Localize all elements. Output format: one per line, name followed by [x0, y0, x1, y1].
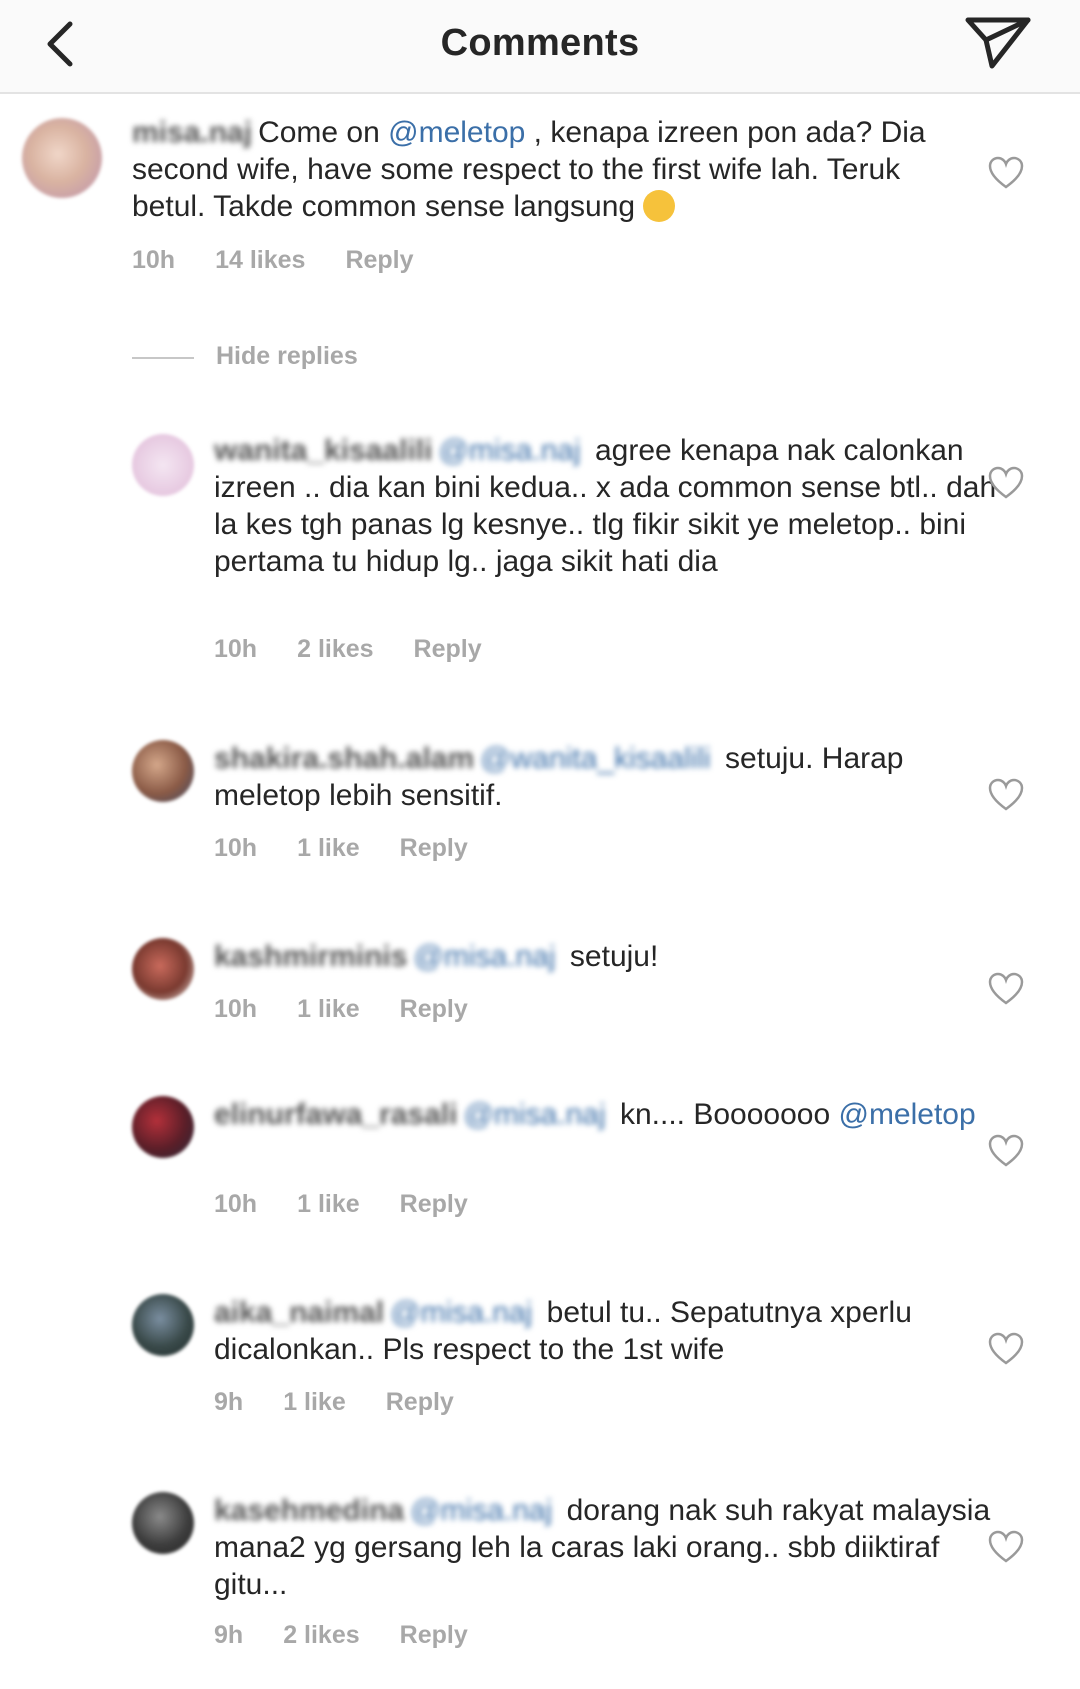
comment-text: aika_naimal @misa.naj betul tu.. Sepatutn…: [214, 1296, 912, 1366]
comment-meta: 10h 1 like Reply: [214, 834, 468, 863]
comment-time: 9h: [214, 1388, 244, 1416]
comment-meta: 9h 2 likes Reply: [214, 1621, 468, 1650]
comment-username[interactable]: aika_naimal: [214, 1296, 384, 1329]
comment-meta: 9h 1 like Reply: [214, 1388, 454, 1417]
comment-meta: 10h 2 likes Reply: [214, 635, 482, 664]
comment-text: shakira.shah.alam @wanita_kisaalili setuj…: [214, 742, 904, 812]
avatar[interactable]: [132, 740, 194, 802]
like-heart-icon[interactable]: [988, 1332, 1024, 1366]
comment-username[interactable]: kashmirminis: [214, 940, 407, 973]
top-bar: Comments: [0, 0, 1080, 94]
disappointed-face-emoji: [643, 190, 676, 222]
reply-button[interactable]: Reply: [400, 1190, 468, 1218]
like-heart-icon[interactable]: [988, 156, 1024, 190]
comment-time: 10h: [214, 834, 258, 862]
reply-item: elinurfawa_rasali @misa.naj kn.... Booooo…: [0, 1096, 1080, 1246]
like-heart-icon[interactable]: [988, 466, 1024, 500]
like-heart-icon[interactable]: [988, 778, 1024, 812]
reply-button[interactable]: Reply: [386, 1388, 454, 1416]
hide-replies-button[interactable]: Hide replies: [132, 340, 532, 374]
comment-time: 9h: [214, 1621, 244, 1649]
likes-count[interactable]: 1 like: [297, 995, 360, 1023]
like-heart-icon[interactable]: [988, 972, 1024, 1006]
likes-count[interactable]: 2 likes: [283, 1621, 359, 1649]
avatar[interactable]: [132, 938, 194, 1000]
likes-count[interactable]: 1 like: [297, 1190, 360, 1218]
reply-button[interactable]: Reply: [400, 834, 468, 862]
comment-text: kasehmedina @misa.naj dorang nak suh raky…: [214, 1494, 991, 1601]
comment-meta: 10h 1 like Reply: [214, 1190, 468, 1219]
reply-item: wanita_kisaalili @misa.naj agree kenapa n…: [0, 432, 1080, 672]
comment-username[interactable]: kasehmedina: [214, 1494, 404, 1527]
comment-text: kashmirminis @misa.naj setuju!: [214, 940, 659, 973]
reply-button[interactable]: Reply: [400, 1621, 468, 1649]
avatar[interactable]: [132, 1492, 194, 1554]
likes-count[interactable]: 1 like: [297, 834, 360, 862]
comment-username[interactable]: shakira.shah.alam: [214, 742, 474, 775]
comment-meta: 10h 1 like Reply: [214, 995, 468, 1024]
comment-username[interactable]: misa.naj: [132, 116, 252, 149]
comment-meta: 10h 14 likes Reply: [132, 246, 414, 275]
comment-text: misa.naj Come on @meletop , kenapa izreen…: [132, 116, 926, 223]
likes-count[interactable]: 1 like: [283, 1388, 346, 1416]
mention-link[interactable]: @misa.naj: [438, 434, 580, 467]
mention-link[interactable]: @meletop: [388, 116, 525, 149]
avatar[interactable]: [132, 434, 194, 496]
mention-link[interactable]: @misa.naj: [463, 1098, 605, 1131]
reply-button[interactable]: Reply: [400, 995, 468, 1023]
reply-button[interactable]: Reply: [345, 246, 413, 274]
mention-link[interactable]: @misa.naj: [413, 940, 555, 973]
reply-button[interactable]: Reply: [414, 635, 482, 663]
reply-item: shakira.shah.alam @wanita_kisaalili setuj…: [0, 740, 1080, 880]
mention-link[interactable]: @misa.naj: [410, 1494, 552, 1527]
comment-text: wanita_kisaalili @misa.naj agree kenapa n…: [214, 434, 997, 578]
likes-count[interactable]: 14 likes: [215, 246, 305, 274]
comment-text: elinurfawa_rasali @misa.naj kn.... Booooo…: [214, 1098, 976, 1131]
divider: [132, 357, 194, 359]
like-heart-icon[interactable]: [988, 1134, 1024, 1168]
comment-item: misa.naj Come on @meletop , kenapa izreen…: [0, 100, 1080, 280]
direct-message-icon[interactable]: [962, 8, 1034, 80]
avatar[interactable]: [132, 1096, 194, 1158]
reply-item: kasehmedina @misa.naj dorang nak suh raky…: [0, 1492, 1080, 1662]
comment-time: 10h: [132, 246, 176, 274]
reply-item: aika_naimal @misa.naj betul tu.. Sepatutn…: [0, 1294, 1080, 1444]
comment-time: 10h: [214, 995, 258, 1023]
page-title: Comments: [440, 22, 640, 64]
mention-link[interactable]: @wanita_kisaalili: [480, 742, 711, 775]
comment-time: 10h: [214, 635, 258, 663]
mention-link[interactable]: @meletop: [838, 1098, 975, 1131]
comment-username[interactable]: elinurfawa_rasali: [214, 1098, 457, 1131]
avatar[interactable]: [22, 118, 102, 198]
comment-time: 10h: [214, 1190, 258, 1218]
like-heart-icon[interactable]: [988, 1530, 1024, 1564]
avatar[interactable]: [132, 1294, 194, 1356]
mention-link[interactable]: @misa.naj: [390, 1296, 532, 1329]
comment-username[interactable]: wanita_kisaalili: [214, 434, 432, 467]
hide-replies-label: Hide replies: [216, 342, 358, 370]
reply-item: kashmirminis @misa.naj setuju! 10h 1 like R…: [0, 938, 1080, 1048]
likes-count[interactable]: 2 likes: [297, 635, 373, 663]
